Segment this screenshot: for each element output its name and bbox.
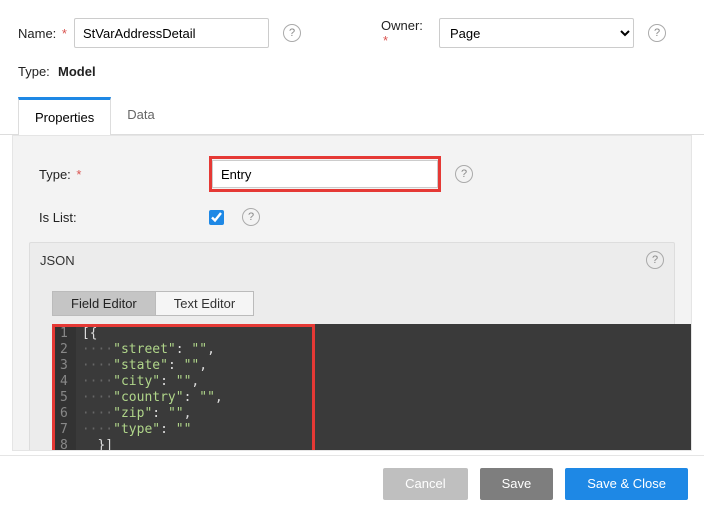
properties-panel: Type: * Entry ⌄ ? Is List: ? JSON ? Fiel… <box>12 135 692 451</box>
editor-tab-text[interactable]: Text Editor <box>155 292 253 315</box>
code-text[interactable]: [{····"street": "",····"state": "",····"… <box>76 324 223 451</box>
type-label: Type: * <box>39 167 209 182</box>
model-type-label: Type: <box>18 64 58 79</box>
type-select[interactable]: Entry <box>212 160 438 188</box>
cancel-button[interactable]: Cancel <box>383 468 467 500</box>
json-title: JSON <box>40 253 75 268</box>
help-icon[interactable]: ? <box>455 165 473 183</box>
tab-data[interactable]: Data <box>111 97 170 134</box>
owner-label: Owner: * <box>381 18 433 48</box>
editor-tab-field[interactable]: Field Editor <box>53 292 155 315</box>
islist-checkbox[interactable] <box>209 210 224 225</box>
footer: Cancel Save Save & Close <box>0 455 704 511</box>
type-select-highlight: Entry ⌄ <box>209 156 441 192</box>
tab-properties[interactable]: Properties <box>18 97 111 135</box>
code-gutter: 12345678 <box>52 324 76 451</box>
tab-bar: Properties Data <box>0 97 704 135</box>
help-icon[interactable]: ? <box>648 24 666 42</box>
islist-label: Is List: <box>39 210 209 225</box>
help-icon[interactable]: ? <box>242 208 260 226</box>
name-label: Name: * <box>18 26 68 41</box>
editor-tabs: Field Editor Text Editor <box>52 291 254 316</box>
save-button[interactable]: Save <box>480 468 554 500</box>
json-section: JSON ? Field Editor Text Editor 12345678… <box>29 242 675 451</box>
model-type-value: Model <box>58 64 96 79</box>
help-icon[interactable]: ? <box>646 251 664 269</box>
save-close-button[interactable]: Save & Close <box>565 468 688 500</box>
code-editor[interactable]: 12345678 [{····"street": "",····"state":… <box>52 324 692 451</box>
help-icon[interactable]: ? <box>283 24 301 42</box>
owner-select[interactable]: Page <box>439 18 634 48</box>
name-input[interactable] <box>74 18 269 48</box>
